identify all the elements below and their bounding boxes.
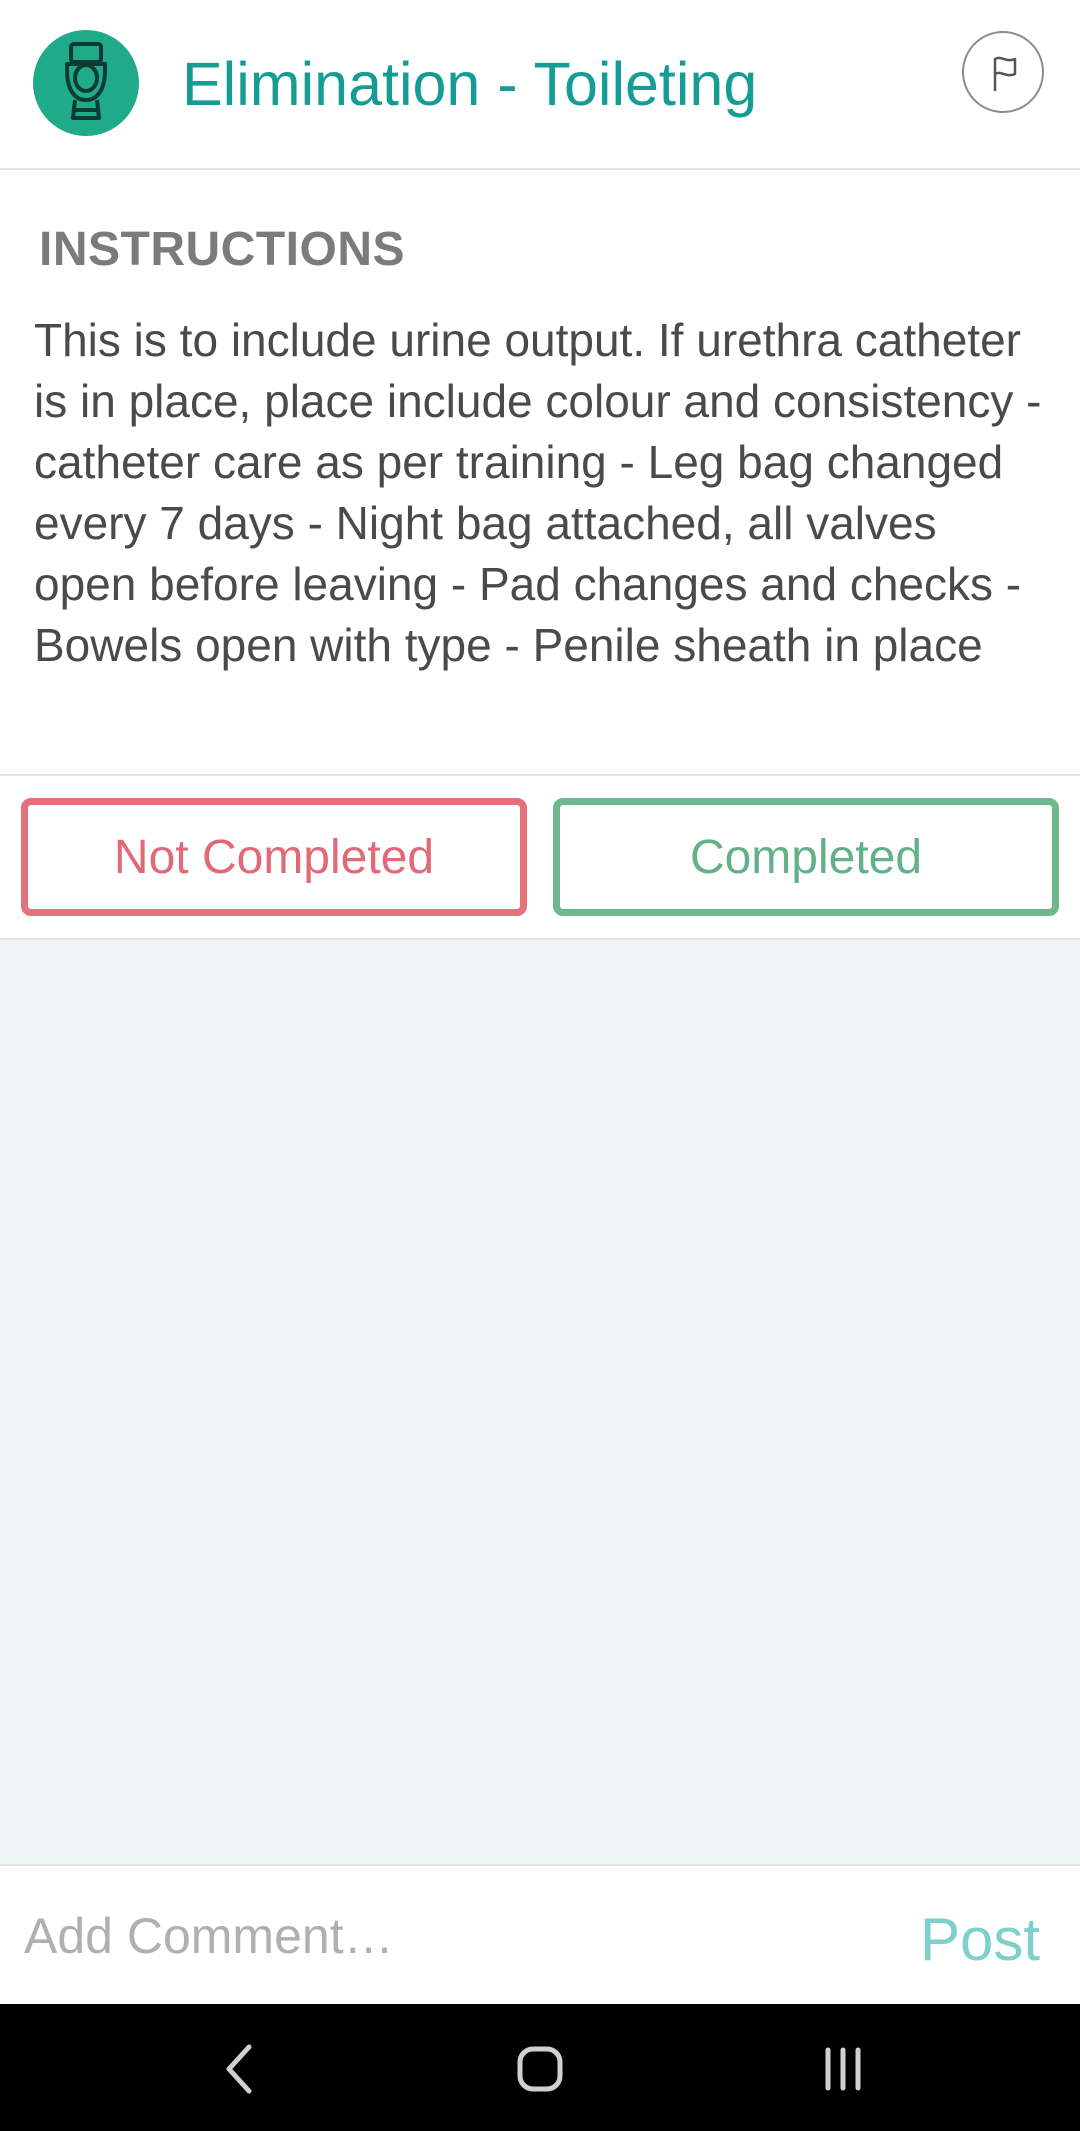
flag-icon <box>993 56 1017 91</box>
instructions-text: This is to include urine output. If uret… <box>34 314 1042 671</box>
recents-icon <box>825 2047 861 2091</box>
comment-bar: Post <box>0 1864 1080 2004</box>
instructions-heading: INSTRUCTIONS <box>39 223 405 276</box>
content-area <box>0 940 1080 1864</box>
back-icon <box>226 2044 252 2094</box>
not-completed-button[interactable]: Not Completed <box>21 798 527 916</box>
flag-button[interactable] <box>962 31 1044 113</box>
recents-button[interactable] <box>808 2034 878 2104</box>
toilet-icon <box>33 30 139 136</box>
completed-button[interactable]: Completed <box>553 798 1059 916</box>
home-button[interactable] <box>505 2034 575 2104</box>
instructions-section: INSTRUCTIONS This is to include urine ou… <box>0 170 1080 776</box>
header: Elimination - Toileting <box>0 0 1080 170</box>
completion-actions: Not Completed Completed <box>0 776 1080 940</box>
screen: Elimination - Toileting INSTRUCTIONS Thi… <box>0 0 1080 2131</box>
back-button[interactable] <box>205 2034 275 2104</box>
post-button[interactable]: Post <box>920 1900 1040 1980</box>
system-navigation-bar <box>0 2004 1080 2131</box>
home-icon <box>517 2046 563 2092</box>
page-title: Elimination - Toileting <box>182 50 758 118</box>
comment-input[interactable] <box>24 1896 884 1976</box>
